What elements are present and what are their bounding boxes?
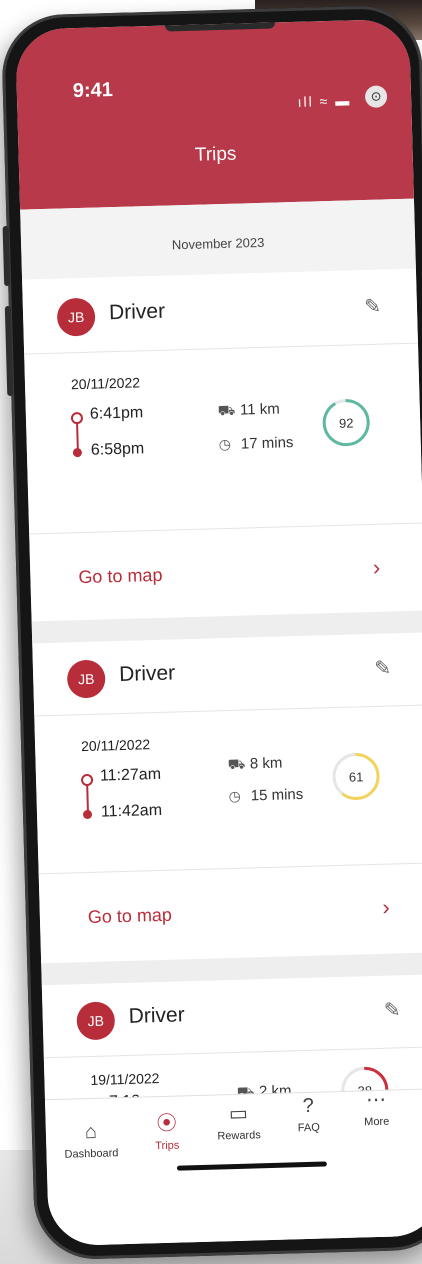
driver-label: Driver: [108, 299, 166, 325]
tab-rewards[interactable]: ▭ Rewards: [203, 1100, 274, 1143]
timeline-line: [76, 422, 79, 451]
tab-label: Trips: [155, 1139, 180, 1153]
tab-label: FAQ: [297, 1121, 321, 1135]
trip-card: JB Driver ✎ 19/11/2022 7:12pm ⛟ 2 km 38: [41, 974, 422, 1114]
phone-screen: 9:41 ıll ≈ ▬ ⊙ Trips November 2023 JB Dr…: [15, 18, 422, 1247]
driver-label: Driver: [128, 1003, 185, 1028]
timeline-line: [86, 783, 89, 813]
status-icons: ıll ≈ ▬: [297, 92, 352, 110]
location-icon: ⊙: [364, 85, 388, 108]
distance-value: 11 km: [239, 400, 280, 419]
tab-more[interactable]: ⋯ More: [341, 1086, 412, 1129]
duration-stat: ◷ 15 mins: [228, 786, 303, 805]
tab-label: Dashboard: [64, 1147, 119, 1161]
driver-label: Driver: [118, 661, 176, 687]
clock-icon: ◷: [228, 787, 242, 805]
status-time: 9:41: [72, 79, 114, 103]
more-icon: ⋯: [365, 1088, 387, 1112]
card-header: JB Driver ✎: [41, 974, 422, 1059]
avatar: JB: [66, 659, 106, 699]
chevron-right-icon: ›: [372, 554, 381, 580]
trip-card: JB Driver ✎ 20/11/2022 6:41pm 6:58pm ⛟ 1…: [22, 270, 422, 623]
edit-pencil-icon[interactable]: ✎: [374, 655, 391, 680]
location-pin-icon: ⦿: [156, 1112, 178, 1136]
tab-label: More: [364, 1115, 390, 1129]
go-to-map-link[interactable]: Go to map: [88, 905, 173, 928]
page-title: Trips: [194, 143, 237, 166]
start-time: 6:41pm: [89, 404, 144, 423]
car-icon: ⛟: [217, 401, 236, 419]
tab-dashboard[interactable]: ⌂ Dashboard: [56, 1120, 127, 1161]
trip-date: 19/11/2022: [90, 1070, 160, 1089]
volume-button-2: [4, 305, 14, 397]
card-header: JB Driver ✎: [22, 270, 419, 355]
score-value: 61: [349, 769, 364, 784]
edit-pencil-icon[interactable]: ✎: [383, 997, 401, 1022]
duration-value: 15 mins: [250, 785, 304, 805]
trip-date: 20/11/2022: [80, 736, 151, 755]
duration-stat: ◷ 17 mins: [219, 434, 294, 453]
trip-date: 20/11/2022: [70, 374, 141, 393]
app-header: 9:41 ıll ≈ ▬ ⊙ Trips: [15, 18, 414, 210]
go-to-map-link[interactable]: Go to map: [78, 565, 163, 588]
tab-trips[interactable]: ⦿ Trips: [131, 1106, 202, 1153]
avatar: JB: [76, 1001, 116, 1041]
phone-frame: 9:41 ıll ≈ ▬ ⊙ Trips November 2023 JB Dr…: [0, 4, 422, 1261]
card-header: JB Driver ✎: [32, 632, 422, 717]
score-ring: 92: [322, 399, 370, 447]
end-dot-icon: [72, 448, 83, 458]
go-to-map-row[interactable]: Go to map ›: [29, 522, 422, 623]
distance-stat: ⛟ 8 km: [227, 755, 282, 776]
score-value: 92: [339, 415, 354, 430]
home-icon: ⌂: [84, 1120, 98, 1144]
duration-value: 17 mins: [240, 434, 294, 453]
end-time: 11:42am: [100, 801, 163, 821]
end-time: 6:58pm: [90, 440, 145, 459]
start-time: 11:27am: [99, 765, 162, 785]
question-icon: ?: [302, 1094, 315, 1118]
avatar: JB: [56, 297, 96, 337]
car-icon: ⛟: [227, 755, 246, 773]
clock-icon: ◷: [218, 435, 232, 453]
edit-pencil-icon[interactable]: ✎: [364, 294, 381, 319]
trip-card: JB Driver ✎ 20/11/2022 11:27am 11:42am ⛟…: [32, 632, 422, 964]
go-to-map-row[interactable]: Go to map ›: [38, 862, 422, 963]
distance-stat: ⛟ 11 km: [218, 400, 280, 421]
volume-button: [2, 225, 11, 287]
score-ring: 61: [332, 752, 380, 800]
tab-faq[interactable]: ? FAQ: [273, 1094, 344, 1135]
end-dot-icon: [82, 809, 93, 820]
chevron-right-icon: ›: [382, 894, 391, 920]
distance-value: 8 km: [249, 754, 283, 773]
wallet-icon: ▭: [228, 1102, 249, 1126]
tab-label: Rewards: [217, 1129, 261, 1143]
month-label: November 2023: [20, 198, 416, 280]
